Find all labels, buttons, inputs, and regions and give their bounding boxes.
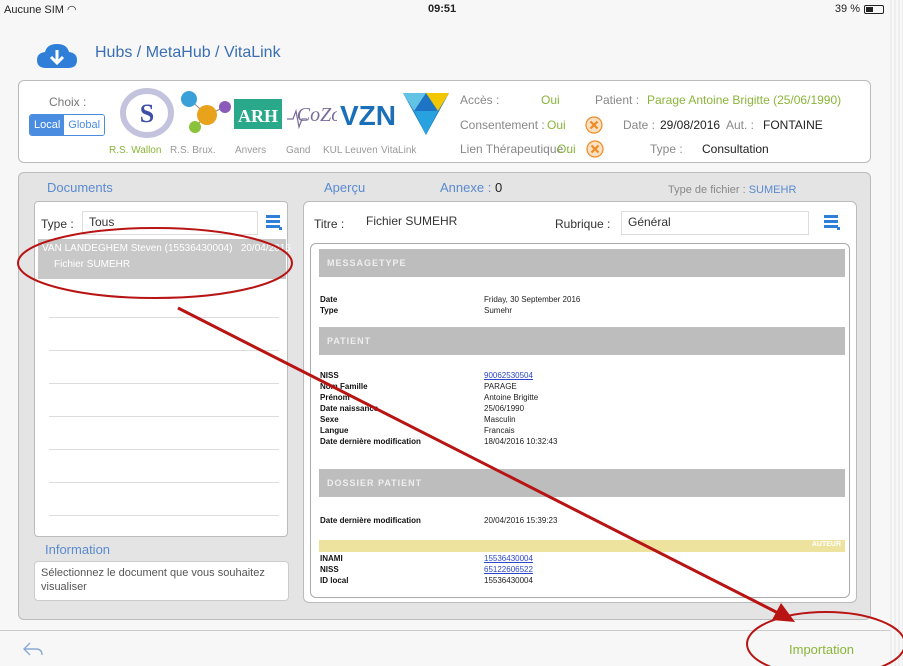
author-label: Aut. : [726, 118, 755, 132]
type-list-picker-icon[interactable] [266, 214, 282, 230]
back-arrow-icon[interactable] [22, 641, 44, 657]
list-separator [49, 350, 279, 351]
bottom-toolbar: Importation [0, 630, 890, 666]
document-subtitle: Fichier SUMEHR [54, 259, 131, 270]
hub-name-rs-wallon[interactable]: R.S. Wallon [109, 145, 161, 156]
svg-text:VZN: VZN [340, 100, 396, 131]
documents-heading: Documents [47, 180, 113, 195]
annexe-count: 0 [494, 180, 503, 195]
choix-label: Choix : [49, 95, 87, 109]
author-niss-link[interactable]: 65122606522 [484, 565, 533, 574]
hub-name-vitalink[interactable]: VitaLink [381, 145, 416, 156]
section-band-messagetype: MESSAGETYPE [319, 249, 845, 277]
inami-link[interactable]: 15536430004 [484, 554, 533, 563]
ipad-app-window: Aucune SIM ◠ 09:51 39 % Hubs / MetaHub /… [0, 0, 890, 666]
type-filter-input[interactable]: Tous [82, 211, 258, 235]
titre-label: Titre : [314, 217, 345, 231]
document-list-item[interactable]: VAN LANDEGHEM Steven (15536430004) 20/04… [38, 239, 291, 279]
documents-list-panel: Type : Tous VAN LANDEGHEM Steven (155364… [34, 201, 291, 537]
main-panel: Documents Type : Tous VAN LANDEGHEM Stev… [18, 172, 871, 620]
section-band-auteur: AUTEUR [319, 540, 845, 552]
acces-label: Accès : [460, 93, 500, 107]
anvers-arh-logo[interactable]: ARH [234, 93, 282, 133]
apercu-heading: Aperçu [324, 180, 366, 195]
hub-name-kul-leuven[interactable]: KUL Leuven [323, 145, 378, 156]
consent-label: Consentement : [460, 118, 545, 132]
annexe-counter[interactable]: Annexe : 0 [440, 180, 502, 195]
scope-segmented-control[interactable]: Local Global [29, 114, 106, 136]
lien-therapeutique-value: Oui [557, 142, 576, 156]
page-title: Hubs / MetaHub / VitaLink [95, 44, 281, 61]
carrier-status: Aucune SIM ◠ [4, 4, 77, 16]
rs-wallon-logo[interactable]: S [119, 87, 175, 139]
svg-text:ARH: ARH [238, 106, 278, 126]
section-band-dossier-patient: DOSSIER PATIENT [319, 469, 845, 497]
file-type-info: Type de fichier : SUMEHR [668, 184, 797, 196]
list-separator [49, 416, 279, 417]
lien-therapeutique-label: Lien Thérapeutique : [460, 142, 570, 156]
patient-value: Parage Antoine Brigitte (25/06/1990) [647, 93, 842, 107]
titre-field[interactable]: Fichier SUMEHR [360, 211, 540, 235]
hub-name-rs-brux[interactable]: R.S. Brux. [170, 145, 216, 156]
kul-leuven-vzn-logo[interactable]: VZN [340, 93, 396, 133]
rubrique-field[interactable]: Général [621, 211, 809, 235]
list-separator [49, 515, 279, 516]
scope-global-option[interactable]: Global [64, 115, 105, 135]
date-label: Date : [623, 118, 656, 132]
rubrique-label: Rubrique : [555, 217, 611, 231]
clock: 09:51 [428, 3, 457, 15]
consult-type-label: Type : [650, 142, 683, 156]
list-separator [49, 482, 279, 483]
document-title: VAN LANDEGHEM Steven (15536430004) [42, 243, 233, 254]
hub-selection-panel: Choix : Local Global S ARH CoZo VZN R.S.… [18, 80, 871, 163]
svg-text:S: S [140, 99, 154, 128]
revoke-consent-icon[interactable] [585, 116, 603, 134]
vitalink-logo[interactable] [401, 89, 451, 137]
scope-local-option[interactable]: Local [30, 115, 65, 135]
date-value: 29/08/2016 [660, 118, 721, 132]
window-shadow [890, 0, 903, 666]
information-box: Sélectionnez le document que vous souhai… [34, 561, 289, 601]
consent-value: Oui [547, 118, 566, 132]
acces-value: Oui [541, 93, 560, 107]
rs-brux-logo[interactable] [177, 87, 235, 137]
gand-cozo-logo[interactable]: CoZo [285, 89, 337, 137]
consult-type-value: Consultation [702, 142, 769, 156]
author-value: FONTAINE [763, 118, 823, 132]
hub-name-gand[interactable]: Gand [286, 145, 310, 156]
list-separator [49, 383, 279, 384]
importation-button[interactable]: Importation [789, 642, 854, 657]
niss-link[interactable]: 90062530504 [484, 371, 533, 380]
type-filter-label: Type : [41, 217, 74, 231]
cloud-download-icon [37, 44, 77, 68]
svg-text:CoZo: CoZo [297, 104, 337, 126]
wifi-icon: ◠ [66, 4, 77, 16]
status-bar: Aucune SIM ◠ 09:51 39 % [0, 0, 890, 20]
list-separator [49, 317, 279, 318]
battery-status: 39 % [835, 3, 884, 15]
rubrique-list-picker-icon[interactable] [824, 214, 840, 230]
section-band-patient: PATIENT [319, 327, 845, 355]
list-separator [49, 449, 279, 450]
battery-icon [864, 4, 884, 14]
patient-label: Patient : [595, 93, 640, 107]
document-date: 20/04/2016 [240, 243, 291, 254]
hub-name-anvers[interactable]: Anvers [235, 145, 266, 156]
information-heading: Information [45, 542, 111, 557]
header: Hubs / MetaHub / VitaLink [0, 20, 890, 75]
sumehr-document-viewer[interactable]: MESSAGETYPE Date Friday, 30 September 201… [310, 243, 850, 598]
preview-panel: Titre : Fichier SUMEHR Rubrique : Généra… [303, 201, 857, 603]
revoke-lien-icon[interactable] [586, 140, 604, 158]
